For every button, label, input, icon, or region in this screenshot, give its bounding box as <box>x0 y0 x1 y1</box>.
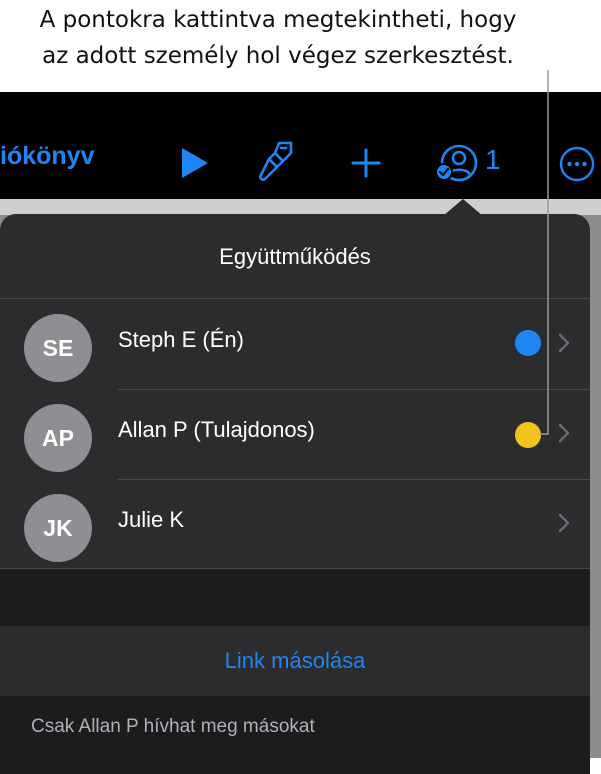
section-gap <box>0 569 590 626</box>
avatar: JK <box>24 494 92 562</box>
popover-title: Együttműködés <box>219 244 371 269</box>
callout-line-1: A pontokra kattintva megtekintheti, hogy <box>39 7 517 33</box>
cursor-dot[interactable] <box>515 422 541 448</box>
participant-row[interactable]: JK Julie K <box>0 479 590 569</box>
chevron-right-icon <box>558 423 570 443</box>
document-title[interactable]: iókönyv <box>0 142 94 171</box>
play-icon[interactable] <box>180 146 210 180</box>
backdrop-strip <box>0 199 601 215</box>
copy-link-button[interactable]: Link másolása <box>0 648 590 674</box>
cursor-dot[interactable] <box>515 330 541 356</box>
participant-row[interactable]: SE Steph E (Én) <box>0 299 590 389</box>
callout-annotation: A pontokra kattintva megtekintheti, hogy… <box>0 0 601 92</box>
participant-name: Julie K <box>118 507 185 532</box>
copy-link-row[interactable]: Link másolása <box>0 626 590 696</box>
more-icon[interactable] <box>559 146 595 182</box>
footer-note: Csak Allan P hívhat meg másokat <box>31 716 315 737</box>
avatar: SE <box>24 314 92 382</box>
plus-icon[interactable] <box>350 147 382 179</box>
participant-name: Steph E (Én) <box>118 327 244 352</box>
paintbrush-icon[interactable] <box>257 139 297 183</box>
collaboration-popover: Együttműködés SE Steph E (Én) AP Allan P… <box>0 214 590 774</box>
participant-name: Allan P (Tulajdonos) <box>118 417 315 442</box>
callout-line-2: az adott személy hol végez szerkesztést. <box>42 43 514 69</box>
footer: Csak Allan P hívhat meg másokat <box>0 696 590 774</box>
chevron-right-icon <box>558 333 570 353</box>
collaborate-icon[interactable] <box>435 144 481 182</box>
avatar: AP <box>24 404 92 472</box>
callout-text: A pontokra kattintva megtekintheti, hogy… <box>8 2 548 74</box>
collaborator-count[interactable]: 1 <box>485 144 501 176</box>
chevron-right-icon <box>558 513 570 533</box>
participant-row[interactable]: AP Allan P (Tulajdonos) <box>0 389 590 479</box>
toolbar: iókönyv 1 <box>0 92 601 199</box>
